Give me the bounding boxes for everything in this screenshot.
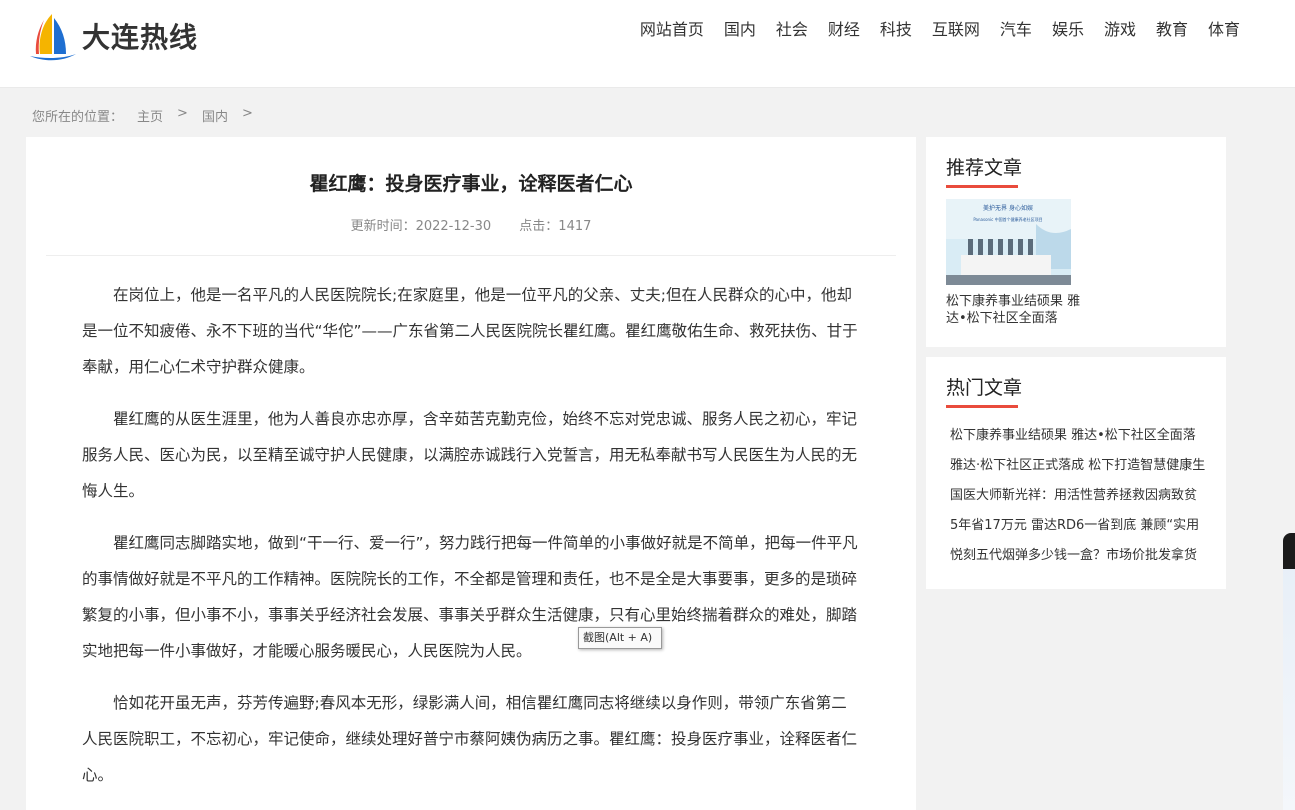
- breadcrumb-home-link[interactable]: 主页: [137, 106, 163, 125]
- hot-article-link[interactable]: 5年省17万元 雷达RD6一省到底 兼顾“实用: [950, 511, 1212, 541]
- article-title: 瞿红鹰：投身医疗事业，诠释医者仁心: [309, 173, 633, 195]
- breadcrumb-separator: >: [177, 106, 188, 121]
- floating-side-widget[interactable]: [1283, 533, 1295, 810]
- recommended-title: 推荐文章: [946, 157, 1023, 179]
- nav-item-internet[interactable]: 互联网: [932, 18, 980, 42]
- article-body: 在岗位上，他是一名平凡的人民医院院长;在家庭里，他是一位平凡的父亲、丈夫;但在人…: [82, 277, 860, 809]
- article-paragraph: 瞿红鹰同志脚踏实地，做到“干一行、爱一行”，努力践行把每一件简单的小事做好就是不…: [82, 534, 858, 660]
- article-panel: 瞿红鹰：投身医疗事业，诠释医者仁心 更新时间：2022-12-30 点击：141…: [26, 137, 916, 810]
- recommended-article-thumbnail[interactable]: 美护无界 身心如娱 Panasonic 中国首个健康养老社区项目: [946, 199, 1071, 285]
- hot-article-link[interactable]: 国医大师靳光祥：用活性营养拯救因病致贫: [950, 481, 1212, 511]
- sailboat-logo-icon: [30, 14, 76, 61]
- breadcrumb-separator: >: [241, 106, 253, 121]
- nav-item-education[interactable]: 教育: [1156, 18, 1188, 42]
- article-meta: 更新时间：2022-12-30 点击：1417: [26, 215, 916, 234]
- recommended-article-link[interactable]: 松下康养事业结硕果 雅达•松下社区全面落: [946, 293, 1086, 327]
- site-header: 大连热线 网站首页 国内 社会 财经 科技 互联网 汽车 娱乐 游戏 教育 体育: [0, 0, 1295, 88]
- nav-item-sports[interactable]: 体育: [1208, 18, 1240, 42]
- hot-article-link[interactable]: 雅达·松下社区正式落成 松下打造智慧健康生: [950, 451, 1212, 481]
- site-name: 大连热线: [82, 21, 199, 54]
- thumbnail-subline: Panasonic 中国首个健康养老社区项目: [973, 216, 1042, 222]
- article-updated-time: 更新时间：2022-12-30: [350, 219, 492, 234]
- hot-title: 热门文章: [946, 377, 1023, 399]
- recommended-articles-panel: 推荐文章 美护无界 身心如娱 Panasonic 中国首个健康养老社区项目 松下…: [926, 137, 1226, 347]
- article-paragraph: 恰如花开虽无声，芬芳传遍野;春风本无形，绿影满人间，相信瞿红鹰同志将继续以身作则…: [82, 694, 858, 784]
- breadcrumb: 您所在的位置： 主页 > 国内 >: [32, 106, 267, 125]
- nav-item-games[interactable]: 游戏: [1104, 18, 1136, 42]
- floating-widget-header[interactable]: [1283, 533, 1295, 569]
- main-nav: 网站首页 国内 社会 财经 科技 互联网 汽车 娱乐 游戏 教育 体育: [640, 18, 1240, 42]
- screenshot-tooltip: 截图(Alt + A): [578, 627, 662, 649]
- hot-article-link[interactable]: 松下康养事业结硕果 雅达•松下社区全面落: [950, 421, 1212, 451]
- hot-articles-list: 松下康养事业结硕果 雅达•松下社区全面落 雅达·松下社区正式落成 松下打造智慧健…: [950, 421, 1212, 571]
- nav-item-tech[interactable]: 科技: [880, 18, 912, 42]
- hot-articles-panel: 热门文章 松下康养事业结硕果 雅达•松下社区全面落 雅达·松下社区正式落成 松下…: [926, 357, 1226, 589]
- title-underline: [946, 185, 1018, 188]
- article-paragraph: 瞿红鹰的从医生涯里，他为人善良亦忠亦厚，含辛茹苦克勤克俭，始终不忘对党忠诚、服务…: [82, 410, 858, 500]
- title-underline: [946, 405, 1018, 408]
- nav-item-home[interactable]: 网站首页: [640, 18, 704, 42]
- site-logo[interactable]: 大连热线: [28, 8, 198, 64]
- breadcrumb-domestic-link[interactable]: 国内: [202, 106, 228, 125]
- article-view-count: 点击：1417: [519, 219, 592, 234]
- nav-item-society[interactable]: 社会: [776, 18, 808, 42]
- event-photo-image: 美护无界 身心如娱 Panasonic 中国首个健康养老社区项目: [946, 199, 1071, 285]
- title-divider: [46, 255, 896, 256]
- breadcrumb-prefix: 您所在的位置：: [32, 110, 124, 125]
- nav-item-auto[interactable]: 汽车: [1000, 18, 1032, 42]
- nav-item-finance[interactable]: 财经: [828, 18, 860, 42]
- hot-article-link[interactable]: 悦刻五代烟弹多少钱一盒？市场价批发拿货: [950, 541, 1212, 571]
- article-paragraph: 在岗位上，他是一名平凡的人民医院院长;在家庭里，他是一位平凡的父亲、丈夫;但在人…: [82, 286, 858, 376]
- thumbnail-headline: 美护无界 身心如娱: [983, 204, 1033, 212]
- nav-item-entertainment[interactable]: 娱乐: [1052, 18, 1084, 42]
- nav-item-domestic[interactable]: 国内: [724, 18, 756, 42]
